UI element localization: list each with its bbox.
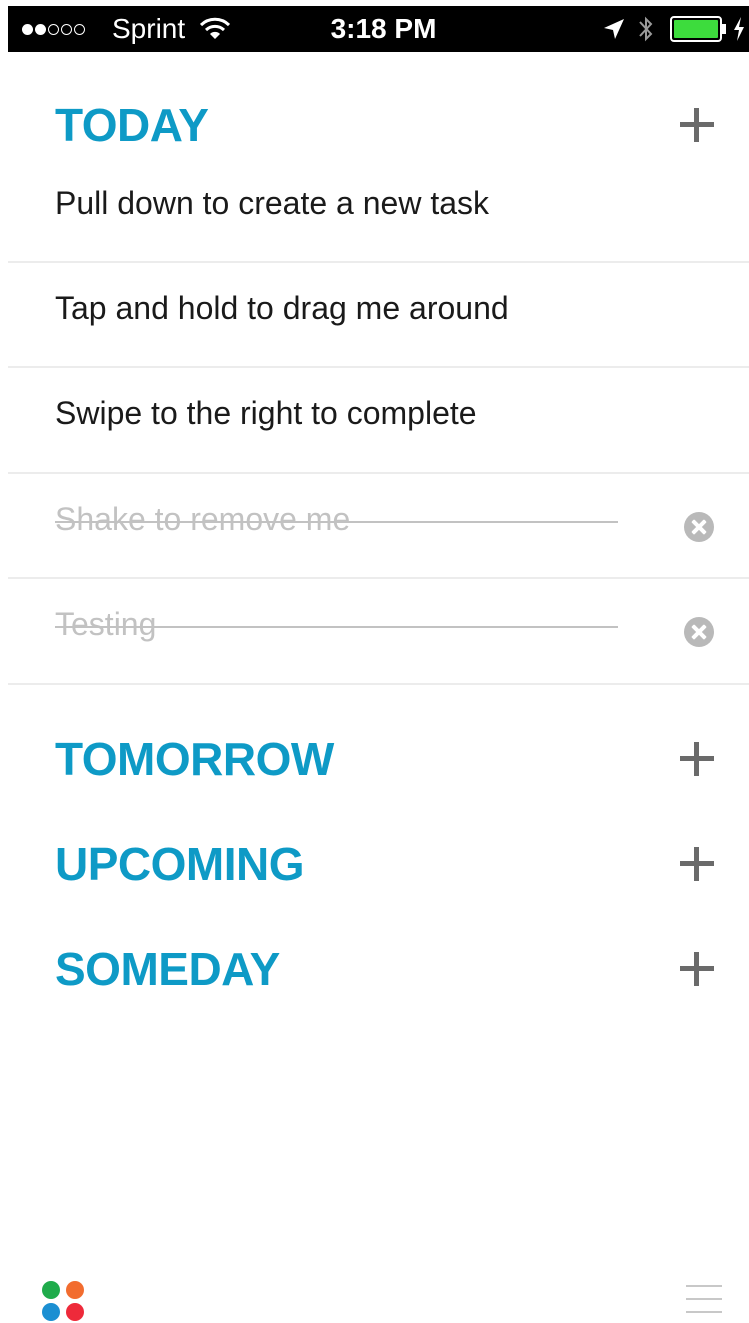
task-item[interactable]: Pull down to create a new task [8, 151, 749, 256]
section-title-someday: SOMEDAY [55, 943, 280, 995]
task-label: Testing [55, 606, 157, 642]
battery-icon [670, 16, 730, 47]
status-bar: Sprint 3:18 PM [8, 6, 749, 52]
logo-dot [42, 1281, 60, 1299]
task-item[interactable]: Swipe to the right to complete [8, 361, 749, 466]
section-header-someday: SOMEDAY [0, 939, 749, 999]
add-task-tomorrow-button[interactable] [680, 742, 714, 776]
remove-task-button[interactable] [684, 512, 714, 542]
section-title-today: TODAY [55, 99, 209, 151]
logo-dot [42, 1303, 60, 1321]
section-header-today: TODAY [0, 95, 749, 155]
strikethrough-line [55, 521, 618, 523]
section-header-tomorrow: TOMORROW [0, 729, 749, 789]
task-label: Pull down to create a new task [55, 185, 490, 221]
completed-task-item[interactable]: Shake to remove me [8, 467, 749, 572]
task-item[interactable]: Tap and hold to drag me around [8, 256, 749, 361]
add-task-someday-button[interactable] [680, 952, 714, 986]
menu-line [686, 1298, 722, 1300]
strikethrough-line [55, 626, 618, 628]
completed-task-item[interactable]: Testing [8, 572, 749, 677]
divider [8, 683, 749, 685]
location-arrow-icon [602, 17, 626, 46]
charging-bolt-icon [732, 16, 746, 47]
hamburger-menu-icon[interactable] [686, 1283, 722, 1317]
section-header-upcoming: UPCOMING [0, 834, 749, 894]
section-title-upcoming: UPCOMING [55, 838, 305, 890]
logo-dot [66, 1281, 84, 1299]
logo-dot [66, 1303, 84, 1321]
add-task-upcoming-button[interactable] [680, 847, 714, 881]
app-logo-icon[interactable] [40, 1279, 86, 1323]
task-label: Shake to remove me [55, 501, 351, 537]
task-label: Swipe to the right to complete [55, 395, 477, 431]
bluetooth-icon [637, 14, 655, 49]
task-label: Tap and hold to drag me around [55, 290, 509, 326]
add-task-today-button[interactable] [680, 108, 714, 142]
menu-line [686, 1311, 722, 1313]
remove-task-button[interactable] [684, 617, 714, 647]
menu-line [686, 1285, 722, 1287]
section-title-tomorrow: TOMORROW [55, 733, 334, 785]
